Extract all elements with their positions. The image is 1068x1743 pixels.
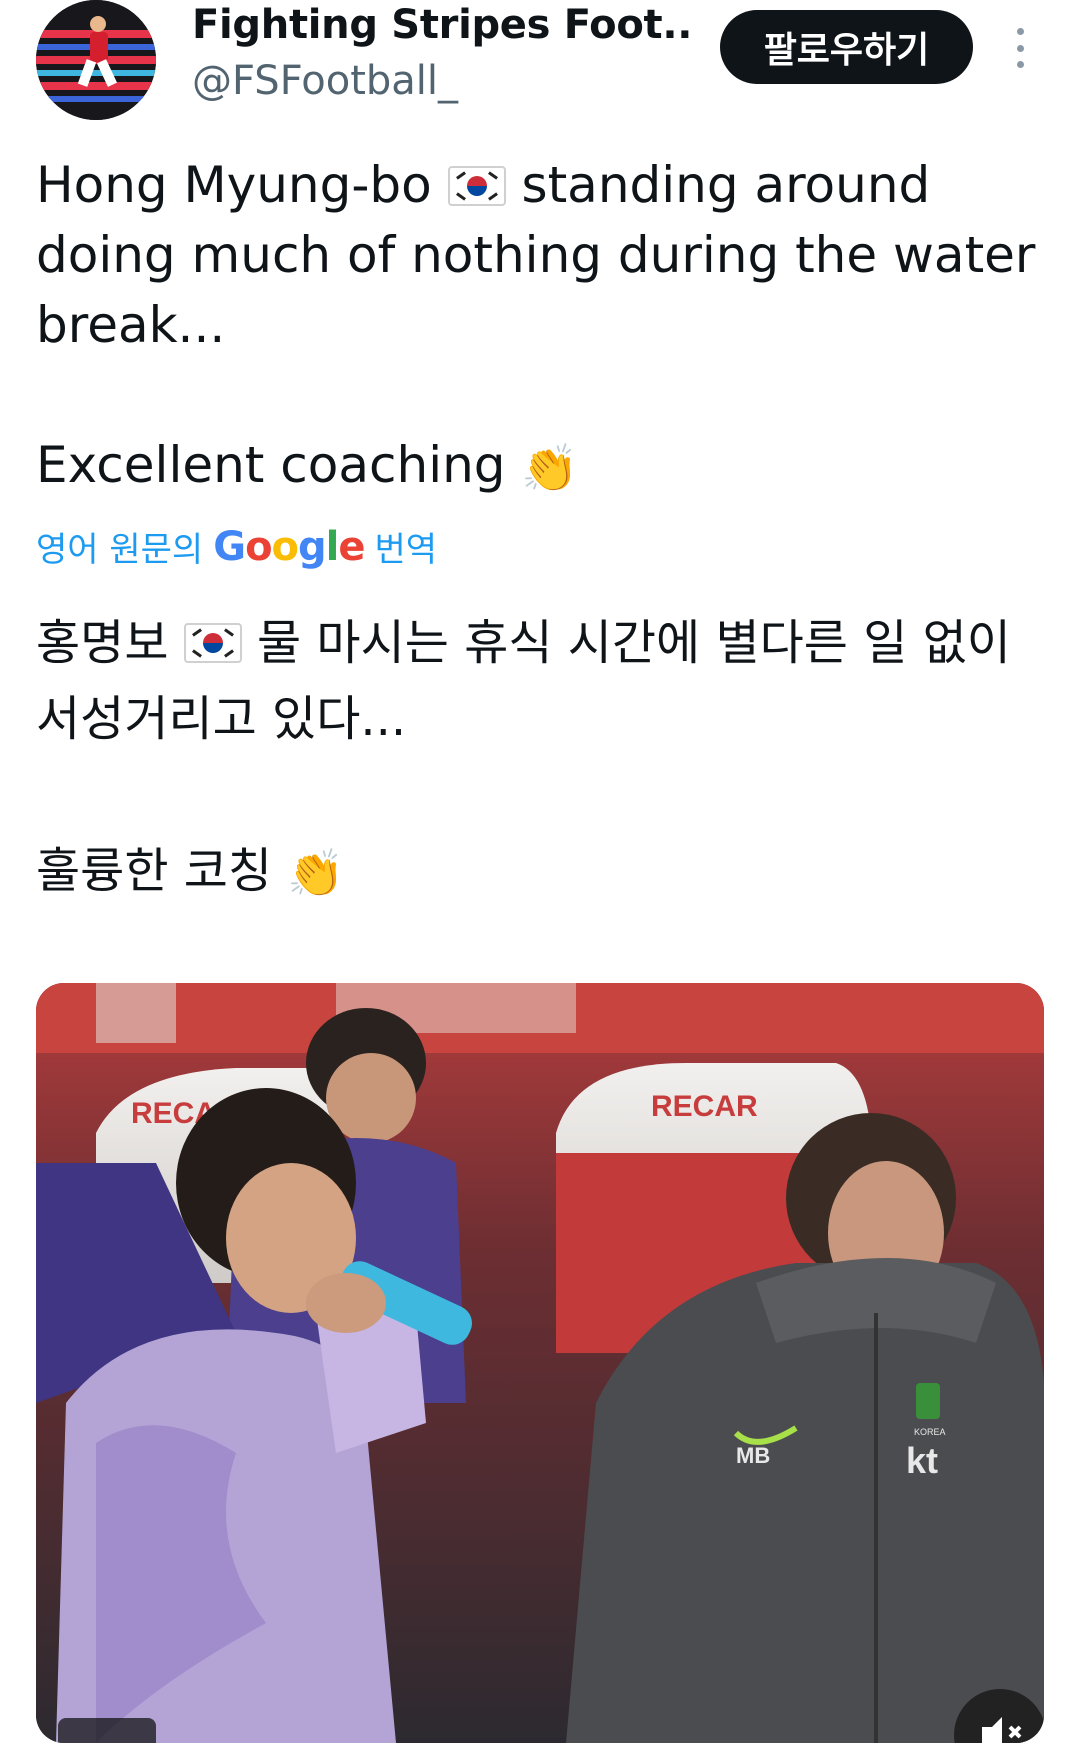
- translated-line: 홍명보 물 마시는 휴식 시간에 별다른 일 없이: [36, 605, 1046, 681]
- tweet-line: break...: [36, 296, 226, 354]
- follow-button[interactable]: 팔로우하기: [720, 10, 973, 84]
- tweet-media-video[interactable]: RECARO RECAR MB KOREA kt: [36, 983, 1044, 1743]
- google-logo-icon: Google: [213, 523, 365, 570]
- author-display-name[interactable]: Fighting Stripes Foot...: [192, 2, 692, 48]
- translated-blank-line: [36, 757, 1046, 833]
- jacket-initials: MB: [736, 1443, 770, 1468]
- tweet-line: Excellent coaching 👏: [36, 430, 1036, 503]
- bench-brand-right: RECAR: [651, 1090, 758, 1123]
- tweet-text-segment: Hong Myung-bo: [36, 156, 448, 214]
- author-handle[interactable]: @FSFootball_: [192, 58, 458, 104]
- translated-text: 홍명보 물 마시는 휴식 시간에 별다른 일 없이 서성거리고 있다... 훌륭…: [36, 605, 1046, 911]
- clapping-hands-icon: 👏: [287, 846, 345, 900]
- tweet-line: Hong Myung-bo standing around: [36, 150, 1036, 220]
- tweet-text-segment: Excellent coaching: [36, 436, 522, 494]
- clapping-hands-icon: 👏: [521, 441, 579, 495]
- more-vertical-icon[interactable]: [1010, 28, 1030, 68]
- south-korea-flag-icon: [447, 166, 506, 206]
- translated-segment: 훌륭한 코칭: [36, 843, 288, 899]
- jacket-badge-text: KOREA: [914, 1427, 946, 1437]
- avatar-image: [36, 0, 156, 120]
- translate-suffix: 번역: [374, 530, 438, 570]
- translate-attribution[interactable]: 영어 원문의 Google 번역: [36, 522, 437, 571]
- tweet-text: Hong Myung-bo standing around doing much…: [36, 150, 1036, 503]
- avatar[interactable]: [36, 0, 156, 120]
- south-korea-flag-icon: [183, 623, 242, 663]
- media-badge: [58, 1718, 156, 1743]
- translated-segment: 물 마시는 휴식 시간에 별다른 일 없이: [241, 615, 1011, 671]
- video-frame: RECARO RECAR MB KOREA kt: [36, 983, 1044, 1743]
- translated-line: 서성거리고 있다...: [36, 691, 407, 747]
- tweet-text-segment: standing around: [505, 156, 931, 214]
- tweet-line: doing much of nothing during the water: [36, 226, 1036, 284]
- translated-line: 훌륭한 코칭 👏: [36, 833, 1046, 911]
- translate-prefix: 영어 원문의: [36, 530, 204, 570]
- jacket-sponsor: kt: [906, 1440, 938, 1481]
- translated-segment: 홍명보: [36, 615, 184, 671]
- muted-speaker-icon[interactable]: [954, 1689, 1044, 1743]
